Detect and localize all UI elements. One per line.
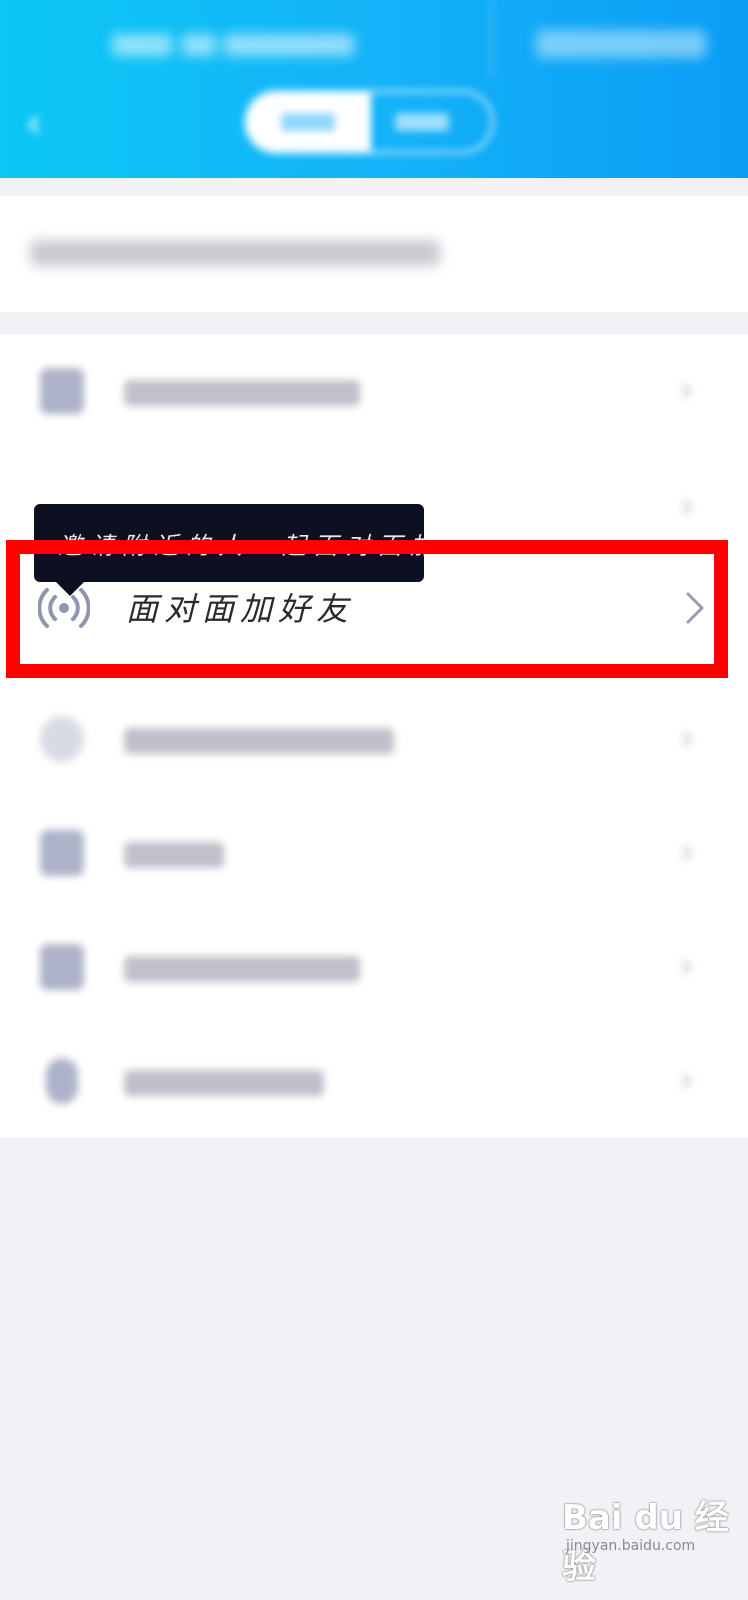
chevron-right-icon: › <box>680 486 694 526</box>
tooltip-pointer <box>56 582 84 596</box>
chevron-left-icon: ‹ <box>25 98 43 147</box>
list-item[interactable]: › <box>0 796 748 910</box>
watermark-url: jingyan.baidu.com <box>566 1538 696 1554</box>
list-item[interactable]: › <box>0 1024 748 1138</box>
add-friend-options-list: › › › › › › <box>0 334 748 1138</box>
user-icon <box>40 830 84 876</box>
chevron-right-icon: › <box>680 370 694 410</box>
search-bar[interactable] <box>0 196 748 312</box>
chevron-right-icon: › <box>680 718 694 758</box>
status-bar-left <box>112 26 362 60</box>
search-placeholder <box>30 240 440 266</box>
contacts-icon <box>40 368 84 414</box>
watermark: Bai du 经验 jingyan.baidu.com <box>562 1490 732 1587</box>
tooltip-text: 邀请附近的人一起面对面加好友吧 <box>58 532 428 556</box>
search-icon <box>40 716 84 762</box>
back-button[interactable]: ‹ <box>14 100 54 146</box>
segment-control <box>244 90 494 154</box>
header-divider <box>490 0 492 78</box>
top-header: ‹ <box>0 0 748 178</box>
chevron-right-icon: › <box>680 832 694 872</box>
list-item[interactable]: › <box>0 910 748 1024</box>
segment-tab-active[interactable] <box>247 93 371 151</box>
mic-icon <box>46 1058 78 1104</box>
list-item[interactable]: › <box>0 682 748 796</box>
tooltip-bubble: 邀请附近的人一起面对面加好友吧 <box>34 504 428 596</box>
card-icon <box>40 944 84 990</box>
list-item[interactable]: › <box>0 334 748 448</box>
status-bar-right <box>536 30 706 58</box>
face-to-face-label: 面对面加好友 <box>126 590 355 628</box>
chevron-right-icon: › <box>680 946 694 986</box>
chevron-right-icon <box>686 592 704 624</box>
chevron-right-icon: › <box>680 1060 694 1100</box>
